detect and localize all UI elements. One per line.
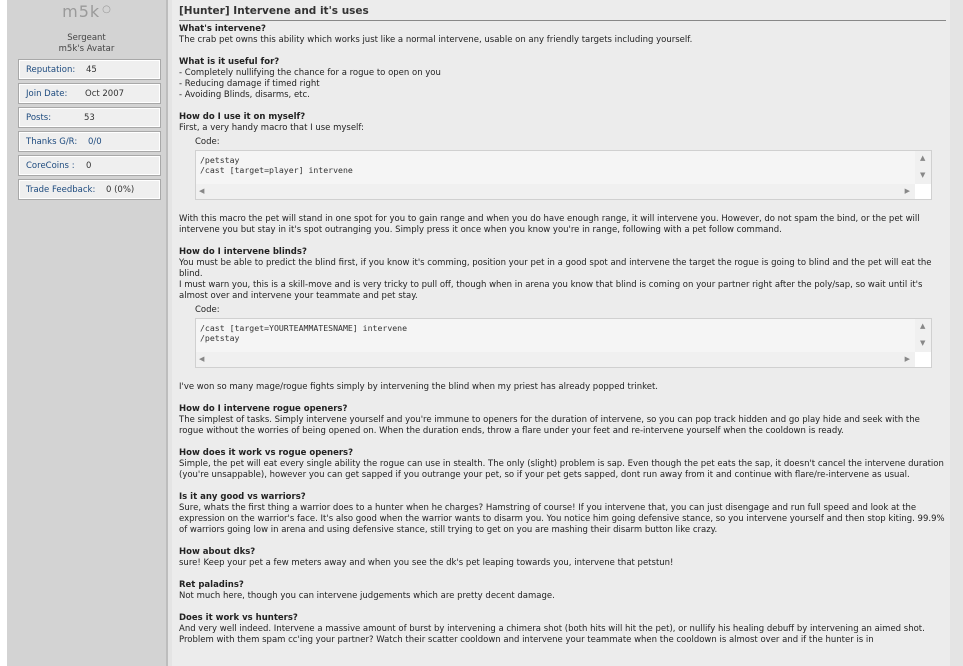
paragraph: I must warn you, this is a skill-move an… (179, 280, 923, 301)
code-text[interactable]: /petstay /cast [target=player] intervene (200, 155, 353, 175)
section-heading: Does it work vs hunters? (179, 613, 298, 623)
scroll-down-icon[interactable]: ▼ (920, 340, 925, 347)
vertical-scrollbar[interactable]: ▲ ▼ (915, 151, 931, 184)
paragraph: And very well indeed. Intervene a massiv… (179, 624, 925, 645)
user-avatar[interactable]: m5k's Avatar (7, 44, 166, 54)
stat-label: Posts: (26, 112, 52, 123)
section-heading: How does it work vs rogue openers? (179, 448, 354, 458)
section-heading: How about dks? (179, 547, 256, 557)
section-heading: Is it any good vs warriors? (179, 492, 306, 502)
scroll-down-icon[interactable]: ▼ (920, 172, 925, 179)
stat-thanks: Thanks G/R: 0/0 (18, 131, 161, 152)
list-item: - Reducing damage if timed right (179, 79, 320, 89)
username-link[interactable]: m5k (62, 2, 100, 21)
post-title: [Hunter] Intervene and it's uses (179, 5, 369, 17)
user-info: m5k ○ Sergeant m5k's Avatar (7, 2, 166, 54)
section-heading: What is it useful for? (179, 57, 280, 67)
stat-join-date: Join Date: Oct 2007 (18, 83, 161, 104)
code-block[interactable]: /petstay /cast [target=player] intervene… (195, 150, 932, 200)
scroll-right-icon[interactable]: ▶ (905, 188, 910, 195)
section-heading: How do I intervene rogue openers? (179, 404, 348, 414)
stat-label[interactable]: Trade Feedback: (19, 185, 106, 195)
online-status-icon: ○ (102, 4, 111, 15)
vertical-scrollbar[interactable]: ▲ ▼ (915, 319, 931, 352)
scroll-left-icon[interactable]: ◀ (199, 188, 204, 195)
section-heading: How do I use it on myself? (179, 112, 306, 122)
scroll-corner (915, 184, 931, 199)
user-rank: Sergeant (67, 33, 106, 43)
stat-label: Thanks G/R: (26, 136, 78, 147)
paragraph: First, a very handy macro that I use mys… (179, 123, 364, 133)
stat-trade-feedback: Trade Feedback: 0 (0%) (18, 179, 161, 200)
scroll-right-icon[interactable]: ▶ (905, 356, 910, 363)
code-block[interactable]: /cast [target=YOURTEAMMATESNAME] interve… (195, 318, 932, 368)
section-heading: How do I intervene blinds? (179, 247, 307, 257)
stat-value: Oct 2007 (85, 88, 125, 99)
user-sidebar: m5k ○ Sergeant m5k's Avatar Reputation: 4… (7, 0, 168, 666)
stat-label: CoreCoins : (26, 160, 75, 171)
stat-corecoins: CoreCoins : 0 (18, 155, 161, 176)
scroll-corner (915, 352, 931, 367)
paragraph: You must be able to predict the blind fi… (179, 258, 932, 279)
scroll-left-icon[interactable]: ◀ (199, 356, 204, 363)
paragraph: With this macro the pet will stand in on… (179, 214, 920, 235)
scroll-up-icon[interactable]: ▲ (920, 323, 925, 330)
title-divider (179, 20, 946, 21)
code-text[interactable]: /cast [target=YOURTEAMMATESNAME] interve… (200, 323, 407, 343)
stat-label[interactable]: Reputation: (19, 65, 86, 75)
stat-value: 45 (86, 64, 97, 75)
paragraph: The simplest of tasks. Simply intervene … (179, 415, 920, 436)
stat-reputation: Reputation: 45 (18, 59, 161, 80)
paragraph: The crab pet owns this ability which wor… (179, 35, 693, 45)
stat-value: 0 (86, 160, 92, 171)
paragraph: sure! Keep your pet a few meters away an… (179, 558, 674, 568)
paragraph: Not much here, though you can intervene … (179, 591, 555, 601)
section-heading: Ret paladins? (179, 580, 244, 590)
horizontal-scrollbar[interactable]: ◀ ▶ (196, 352, 915, 367)
horizontal-scrollbar[interactable]: ◀ ▶ (196, 184, 915, 199)
list-item: - Avoiding Blinds, disarms, etc. (179, 90, 310, 100)
post-content-area: [Hunter] Intervene and it's uses What's … (172, 0, 950, 666)
paragraph: Sure, whats the first thing a warrior do… (179, 503, 945, 535)
stat-value[interactable]: 0/0 (88, 137, 102, 147)
stat-value[interactable]: 0 (0%) (106, 185, 134, 195)
list-item: - Completely nullifying the chance for a… (179, 68, 441, 78)
scroll-up-icon[interactable]: ▲ (920, 155, 925, 162)
stat-value: 53 (84, 112, 95, 123)
user-stats: Reputation: 45 Join Date: Oct 2007 Posts… (18, 59, 161, 203)
paragraph: Simple, the pet will eat every single ab… (179, 459, 944, 480)
post-body: What's intervene? The crab pet owns this… (179, 24, 945, 646)
section-heading: What's intervene? (179, 24, 266, 34)
stat-posts: Posts: 53 (18, 107, 161, 128)
code-label: Code: (195, 305, 220, 315)
code-label: Code: (195, 137, 220, 147)
stat-label: Join Date: (26, 88, 68, 99)
paragraph: I've won so many mage/rogue fights simpl… (179, 382, 658, 392)
